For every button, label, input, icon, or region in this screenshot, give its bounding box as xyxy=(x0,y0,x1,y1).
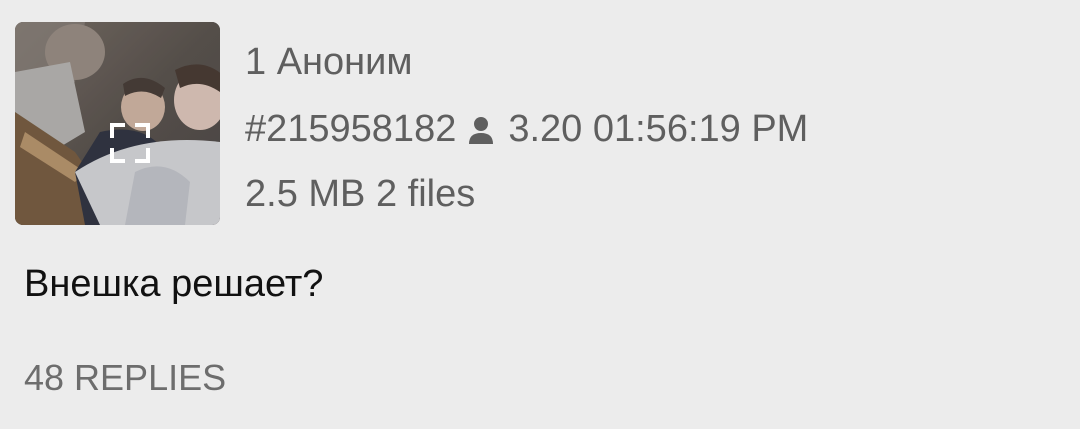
post-id[interactable]: #215958182 xyxy=(245,108,456,150)
author-name[interactable]: Аноним xyxy=(277,41,413,83)
post-id-line: #215958182 3.20 01:56:19 PM xyxy=(245,110,808,148)
post-header-line: 1 Аноним xyxy=(245,43,413,81)
file-count: 2 files xyxy=(375,173,476,215)
file-size: 2.5 MB xyxy=(245,173,366,215)
person-icon xyxy=(469,117,494,144)
replies-button[interactable]: 48 REPLIES xyxy=(24,357,226,399)
post-message: Внешка решает? xyxy=(24,263,324,305)
expand-icon[interactable] xyxy=(109,122,151,164)
post-number: 1 xyxy=(245,41,267,83)
post-timestamp: 3.20 01:56:19 PM xyxy=(508,108,809,150)
post-thumbnail[interactable] xyxy=(15,22,220,225)
file-info-line: 2.5 MB 2 files xyxy=(245,175,475,213)
post-card: 1 Аноним #215958182 3.20 01:56:19 PM 2.5… xyxy=(0,0,1080,429)
